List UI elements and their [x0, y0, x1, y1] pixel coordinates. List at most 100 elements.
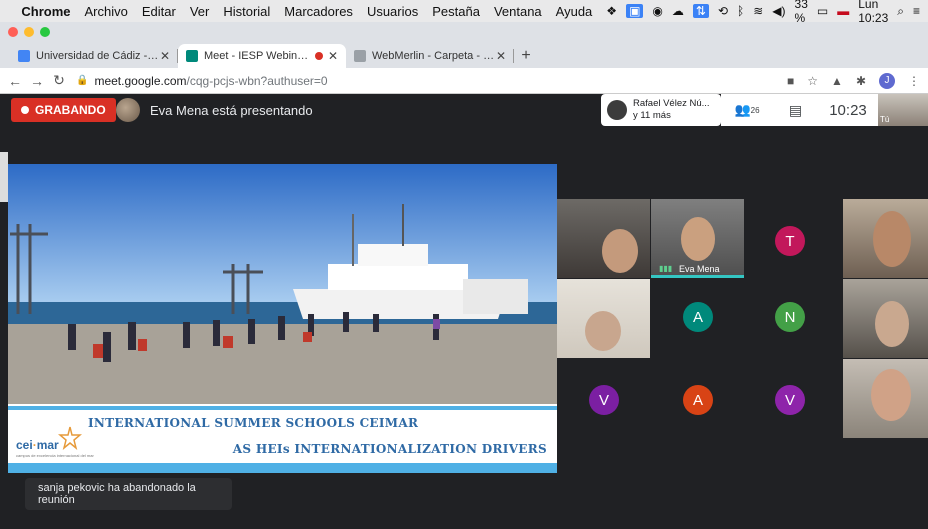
meet-favicon-icon: [186, 50, 198, 62]
participant-initial: V: [589, 385, 619, 415]
time-machine-icon[interactable]: ⟲: [718, 4, 728, 18]
mac-menu-bar: Chrome Archivo Editar Ver Historial Marc…: [0, 0, 928, 25]
participant-grid: ▮▮▮ Eva Mena T A N V A V: [557, 199, 928, 438]
close-tab-icon[interactable]: ✕: [496, 49, 506, 63]
participant-tile-eva-mena[interactable]: ▮▮▮ Eva Mena: [651, 199, 744, 278]
tab-title: WebMerlin - Carpeta - Carpeta: [372, 50, 496, 62]
flag-icon[interactable]: ▬: [837, 4, 849, 18]
self-view-tile[interactable]: Tú: [878, 94, 928, 126]
menu-ayuda[interactable]: Ayuda: [556, 4, 593, 19]
tab-calendar[interactable]: Universidad de Cádiz - Calend ✕: [10, 44, 178, 68]
logo-suffix: mar: [36, 438, 59, 452]
meeting-clock: 10:23: [818, 94, 878, 126]
participant-initial: T: [775, 226, 805, 256]
spotlight-search-icon[interactable]: ⌕: [897, 4, 904, 19]
left-meeting-notification: sanja pekovic ha abandonado la reunión: [25, 478, 232, 510]
chat-button[interactable]: ▤: [773, 94, 818, 126]
participant-video: [871, 369, 911, 421]
url-path: /cqg-pcjs-wbn?authuser=0: [186, 73, 328, 88]
active-participants-chip[interactable]: Rafael Vélez Nú... y 11 más: [601, 94, 721, 126]
slide-caption: cei·mar campus de excelencia internacion…: [8, 406, 557, 473]
tab-title: Universidad de Cádiz - Calend: [36, 50, 160, 62]
active-speaker-bar: [651, 275, 744, 278]
participant-initial: V: [775, 385, 805, 415]
slide-heading-line1: INTERNATIONAL SUMMER SCHOOLS CEIMAR: [88, 416, 419, 430]
participant-tile[interactable]: T: [745, 199, 838, 278]
wifi-icon[interactable]: ≋: [753, 4, 763, 18]
window-controls: [8, 27, 50, 37]
people-button[interactable]: 👥 26: [721, 94, 773, 126]
menu-marcadores[interactable]: Marcadores: [284, 4, 353, 19]
calendar-favicon-icon: [18, 50, 30, 62]
dropbox-icon[interactable]: ❖: [606, 4, 617, 18]
new-tab-button[interactable]: +: [514, 44, 538, 68]
menu-editar[interactable]: Editar: [142, 4, 176, 19]
menu-ventana[interactable]: Ventana: [494, 4, 542, 19]
zoom-window-button[interactable]: [40, 27, 50, 37]
port-photo-illustration: [8, 164, 557, 404]
browser-toolbar: ← → ↻ 🔒 meet.google.com/cqg-pcjs-wbn?aut…: [0, 68, 928, 94]
participant-tile[interactable]: V: [557, 359, 650, 438]
participant-initial: A: [683, 385, 713, 415]
people-count: 26: [750, 105, 760, 115]
participant-video: [602, 229, 638, 273]
close-tab-icon[interactable]: ✕: [160, 49, 170, 63]
participant-name: Rafael Vélez Nú...: [633, 98, 710, 109]
chrome-menu-icon[interactable]: ⋮: [908, 74, 920, 88]
recording-label: GRABANDO: [35, 103, 106, 117]
camera-in-use-icon[interactable]: ■: [787, 74, 794, 88]
volume-icon[interactable]: ◀): [772, 4, 785, 18]
participant-tile[interactable]: [557, 279, 650, 358]
tab-meet[interactable]: Meet - IESP Webinar-Intern ✕: [178, 44, 346, 68]
menu-ver[interactable]: Ver: [190, 4, 210, 19]
slide-heading-line2: AS HEIs INTERNATIONALIZATION DRIVERS: [232, 442, 547, 456]
participant-video: [585, 311, 621, 351]
participant-tile[interactable]: [557, 199, 650, 278]
bluetooth-icon[interactable]: ᛒ: [737, 4, 744, 18]
battery-icon[interactable]: ▭: [817, 4, 828, 18]
participant-tile[interactable]: N: [745, 279, 838, 358]
participant-avatar: [607, 100, 627, 120]
participant-tile[interactable]: V: [745, 359, 838, 438]
bookmark-star-icon[interactable]: ☆: [807, 74, 818, 88]
menu-pestana[interactable]: Pestaña: [432, 4, 480, 19]
puzzle-extensions-icon[interactable]: ✱: [856, 74, 866, 88]
menu-historial[interactable]: Historial: [223, 4, 270, 19]
evernote-icon[interactable]: ◉: [652, 4, 662, 18]
back-icon[interactable]: ←: [4, 73, 26, 89]
logo-prefix: cei: [16, 438, 33, 452]
tab-webmerlin[interactable]: WebMerlin - Carpeta - Carpeta ✕: [346, 44, 514, 68]
close-tab-icon[interactable]: ✕: [328, 49, 338, 63]
lock-icon[interactable]: 🔒: [76, 75, 88, 86]
reload-icon[interactable]: ↻: [48, 72, 70, 89]
menu-archivo[interactable]: Archivo: [84, 4, 127, 19]
speaking-indicator-icon: ▮▮▮: [659, 264, 673, 273]
presentation-slide: cei·mar campus de excelencia internacion…: [8, 164, 557, 473]
participant-tile[interactable]: [843, 359, 928, 438]
sync-icon[interactable]: ⇅: [692, 4, 709, 18]
menu-usuarios[interactable]: Usuarios: [367, 4, 418, 19]
background-window-edge: [0, 152, 8, 202]
participant-tile[interactable]: [843, 199, 928, 278]
caption-accent-bar: [8, 406, 557, 410]
participant-tile[interactable]: A: [651, 359, 744, 438]
forward-icon[interactable]: →: [26, 73, 48, 89]
ceimar-logo: cei·mar campus de excelencia internacion…: [14, 426, 94, 460]
control-center-icon[interactable]: ≡: [913, 4, 920, 18]
extension-icon[interactable]: ▲: [831, 74, 843, 88]
starfish-logo-icon: [58, 426, 82, 450]
recording-badge[interactable]: GRABANDO: [11, 98, 116, 122]
participant-video: [875, 301, 909, 347]
close-window-button[interactable]: [8, 27, 18, 37]
slide-photo: [8, 164, 557, 404]
minimize-window-button[interactable]: [24, 27, 34, 37]
participant-tile[interactable]: [843, 279, 928, 358]
browser-tab-strip: Universidad de Cádiz - Calend ✕ Meet - I…: [0, 22, 928, 68]
cloud-icon[interactable]: ☁: [672, 4, 684, 18]
meet-status-icon[interactable]: ▣: [626, 4, 644, 18]
profile-avatar[interactable]: J: [879, 72, 895, 89]
participant-tile[interactable]: A: [651, 279, 744, 358]
menu-app-chrome[interactable]: Chrome: [21, 4, 70, 19]
logo-subtitle: campus de excelencia internacional del m…: [16, 453, 94, 458]
address-bar[interactable]: 🔒 meet.google.com/cqg-pcjs-wbn?authuser=…: [76, 70, 787, 92]
